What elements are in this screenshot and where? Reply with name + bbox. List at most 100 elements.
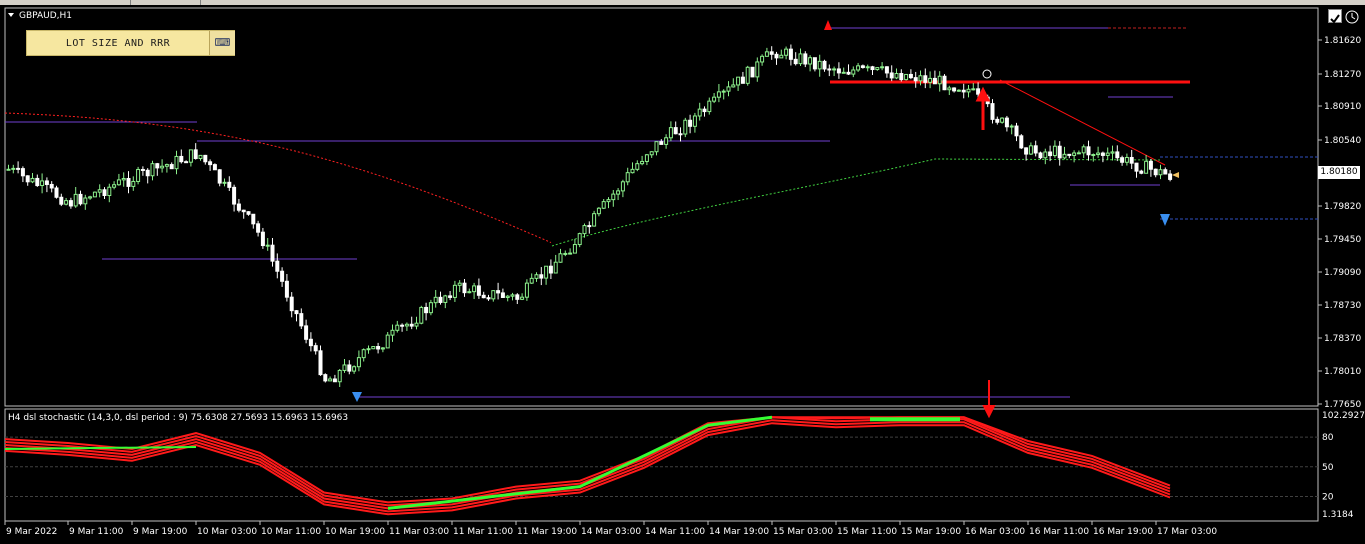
candle-body: [136, 168, 141, 182]
candle-body: [721, 90, 726, 93]
candle-body: [524, 282, 529, 298]
candle-body: [529, 277, 534, 284]
candle-body: [179, 155, 184, 163]
candle-body: [193, 149, 198, 159]
clock-icon[interactable]: [1345, 9, 1359, 24]
candle-body: [769, 51, 774, 55]
candle-body: [198, 154, 203, 159]
candle-body: [256, 223, 261, 233]
candle-body: [544, 265, 549, 279]
candle-body: [49, 183, 54, 189]
candle-body: [1163, 169, 1168, 175]
candle-body: [270, 244, 275, 262]
candle-body: [328, 378, 333, 382]
candle-body: [928, 77, 933, 83]
candle-body: [1072, 152, 1077, 156]
candle-body: [688, 119, 693, 127]
candle-body: [976, 88, 981, 95]
candle-body: [188, 149, 193, 163]
candle-body: [659, 141, 664, 145]
time-axis-label: 15 Mar 19:00: [901, 527, 961, 537]
candle-body: [380, 347, 385, 350]
price-axis-label: 1.79090: [1324, 268, 1361, 278]
candle-body: [1028, 145, 1033, 155]
candle-body: [97, 189, 102, 193]
chart-title: GBPAUD,H1: [19, 11, 72, 21]
time-axis-label: 11 Mar 19:00: [517, 527, 577, 537]
candle-body: [308, 338, 313, 347]
candle-body: [145, 169, 150, 177]
chart-canvas[interactable]: GBPAUD,H1 1.81620 1.81270 1.80910 1.80540 1.7…: [0, 0, 1365, 544]
time-axis-label: 9 Mar 19:00: [133, 527, 188, 537]
candle-body: [505, 295, 510, 298]
candle-body: [625, 172, 630, 183]
indicator-axis-label: 1.3184: [1322, 510, 1354, 520]
candle-body: [1024, 147, 1029, 155]
keyboard-icon[interactable]: ⌨: [209, 31, 235, 55]
candle-body: [20, 168, 25, 177]
candle-body: [640, 160, 645, 165]
candle-body: [515, 294, 520, 300]
candle-body: [1043, 151, 1048, 159]
candle-body: [827, 68, 832, 71]
candle-body: [92, 191, 97, 198]
candle-body: [83, 197, 88, 205]
candle-body: [1014, 125, 1019, 137]
candle-body: [923, 75, 928, 83]
candle-body: [563, 252, 568, 255]
candle-body: [520, 296, 525, 300]
candle-body: [400, 324, 405, 327]
lot-size-button[interactable]: LOT SIZE AND RRR: [27, 31, 209, 55]
candle-body: [371, 346, 376, 350]
candle-body: [318, 350, 323, 376]
candle-body: [534, 274, 539, 279]
candle-body: [707, 100, 712, 113]
candle-body: [1105, 152, 1110, 156]
candle-body: [299, 313, 304, 327]
indicator-plot-frame: [4, 408, 1319, 522]
candle-body: [280, 270, 285, 282]
candle-body: [64, 200, 69, 205]
candle-body: [222, 181, 227, 184]
candle-body: [995, 118, 1000, 123]
candle-body: [419, 306, 424, 324]
time-axis-label: 10 Mar 11:00: [261, 527, 321, 537]
candle-body: [918, 75, 923, 82]
candle-body: [265, 244, 270, 247]
candle-body: [476, 285, 481, 296]
candle-body: [88, 196, 93, 199]
candle-body: [208, 161, 213, 166]
candle-body: [1096, 152, 1101, 156]
candle-body: [107, 186, 112, 197]
candle-body: [443, 295, 448, 303]
candle-body: [126, 177, 131, 187]
candle-body: [596, 207, 601, 215]
candle-body: [44, 180, 49, 185]
time-axis-label: 15 Mar 11:00: [837, 527, 897, 537]
indicator-label: H4 dsl stochastic (14,3,0, dsl period : …: [8, 413, 348, 423]
time-axis-label: 16 Mar 19:00: [1093, 527, 1153, 537]
indicator-axis-label: 102.2927: [1322, 411, 1365, 421]
candle-body: [952, 87, 957, 92]
price-axis-label: 1.81270: [1324, 70, 1361, 80]
candle-body: [1153, 168, 1158, 176]
candle-body: [750, 66, 755, 78]
candle-body: [438, 296, 443, 303]
candle-body: [635, 163, 640, 170]
price-axis-label: 1.80540: [1324, 136, 1361, 146]
candle-body: [572, 244, 577, 254]
candle-body: [1091, 154, 1096, 157]
candle-body: [1115, 151, 1120, 159]
candle-body: [352, 366, 357, 372]
candle-body: [1148, 160, 1153, 170]
checkbox-icon[interactable]: [1328, 9, 1342, 24]
time-axis-label: 14 Mar 03:00: [581, 527, 641, 537]
candle-body: [102, 189, 107, 197]
candle-body: [611, 193, 616, 201]
time-axis-label: 16 Mar 11:00: [1029, 527, 1089, 537]
candle-body: [390, 329, 395, 336]
candle-body: [472, 285, 477, 293]
candle-body: [1158, 169, 1163, 176]
candle-body: [548, 265, 553, 274]
candle-body: [664, 137, 669, 145]
